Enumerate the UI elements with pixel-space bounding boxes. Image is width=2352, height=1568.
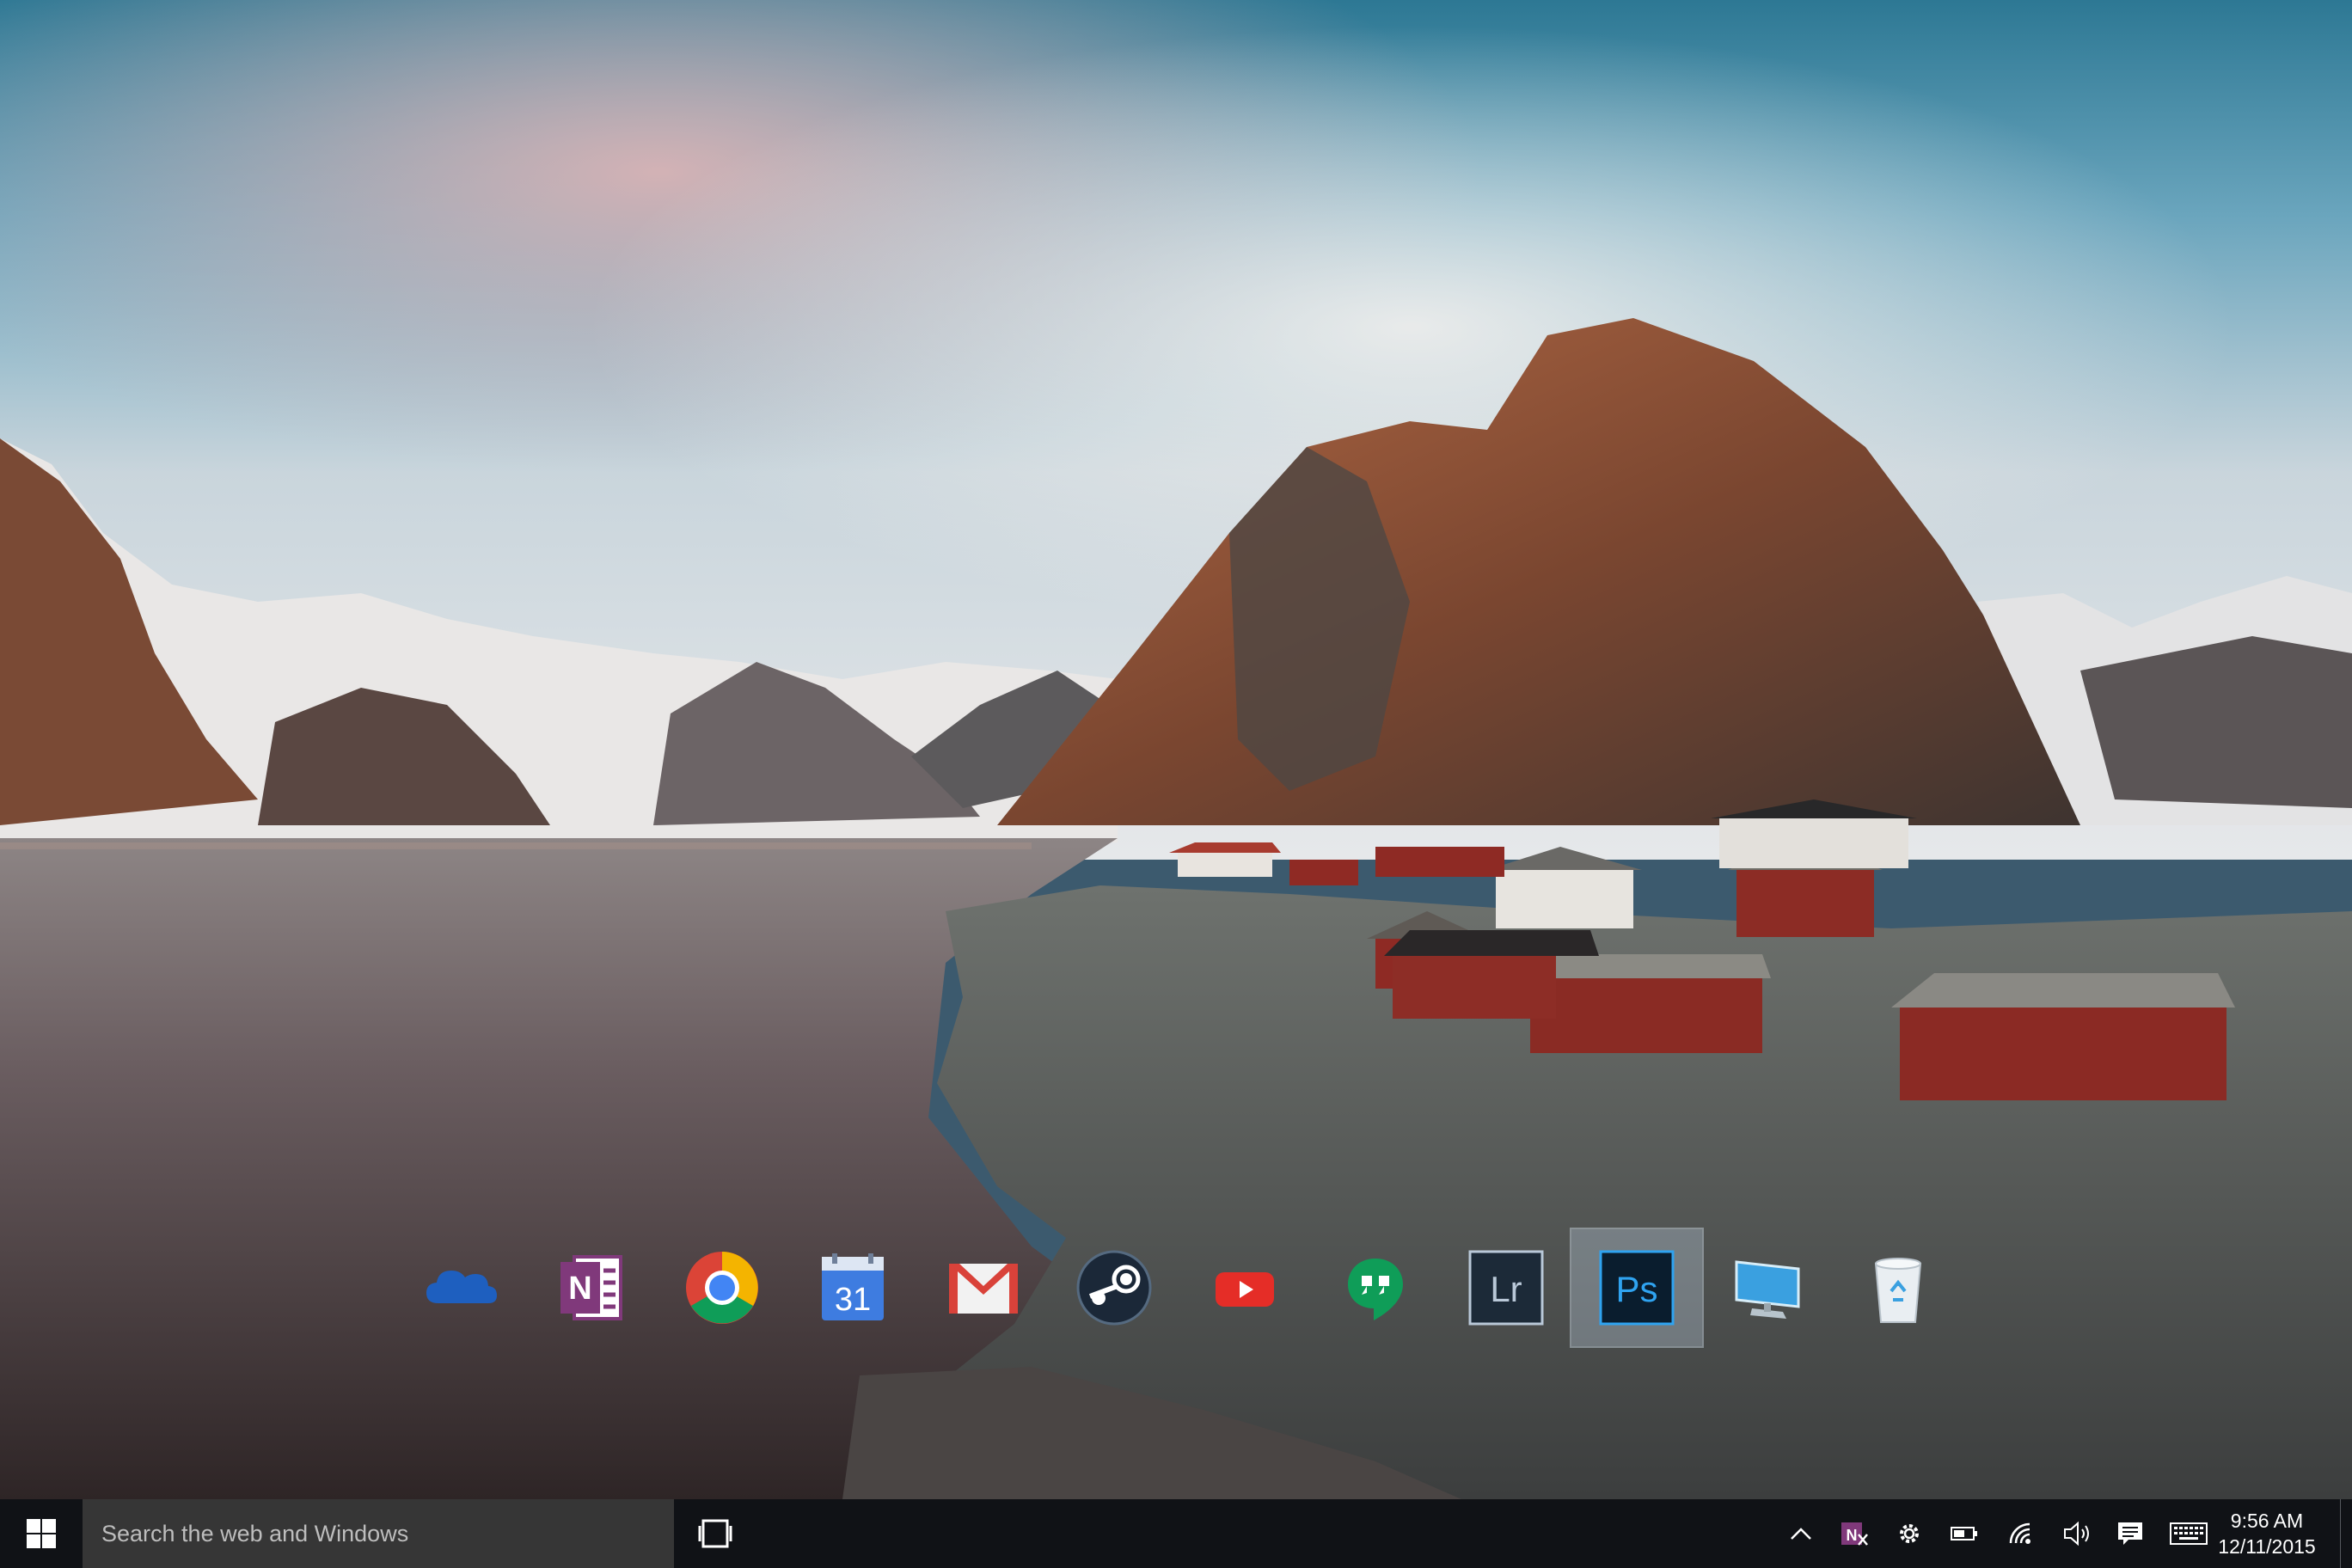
gear-icon bbox=[1900, 1524, 1919, 1543]
search-input[interactable] bbox=[101, 1499, 652, 1568]
youtube-icon bbox=[1216, 1272, 1274, 1307]
recycle-bin-icon bbox=[1874, 1258, 1922, 1323]
svg-text:31: 31 bbox=[835, 1282, 871, 1318]
onenote-icon: N bbox=[560, 1255, 622, 1320]
clock[interactable]: 9:56 AM 12/11/2015 bbox=[2213, 1499, 2321, 1568]
chrome-icon bbox=[686, 1252, 758, 1324]
photoshop-shortcut[interactable]: Ps bbox=[1570, 1228, 1704, 1348]
svg-text:Lr: Lr bbox=[1490, 1269, 1522, 1309]
youtube-shortcut[interactable] bbox=[1179, 1229, 1310, 1346]
touch-keyboard-button[interactable] bbox=[2163, 1499, 2214, 1568]
gmail-shortcut[interactable] bbox=[918, 1229, 1049, 1346]
chrome-shortcut[interactable] bbox=[657, 1229, 787, 1346]
monitor-icon bbox=[1735, 1260, 1800, 1319]
lightroom-icon: Lr bbox=[1468, 1250, 1544, 1326]
action-center-icon bbox=[2118, 1522, 2142, 1545]
action-center-button[interactable] bbox=[2106, 1499, 2154, 1568]
chevron-up-icon bbox=[1791, 1528, 1811, 1540]
onedrive-shortcut[interactable] bbox=[395, 1229, 526, 1346]
taskbar: N bbox=[0, 1499, 2352, 1568]
search-box[interactable] bbox=[83, 1499, 674, 1568]
svg-text:N: N bbox=[1847, 1527, 1858, 1544]
clock-time: 9:56 AM bbox=[2230, 1510, 2304, 1532]
lightroom-shortcut[interactable]: Lr bbox=[1441, 1229, 1571, 1346]
desktop-icon-dock: N 31 Lr Ps bbox=[395, 1228, 1977, 1350]
windows-logo-icon bbox=[27, 1519, 56, 1548]
wifi-tray[interactable] bbox=[1998, 1499, 2046, 1568]
keyboard-icon bbox=[2170, 1522, 2208, 1545]
onenote-shortcut[interactable]: N bbox=[526, 1229, 657, 1346]
onenote-clip-tray[interactable]: N bbox=[1833, 1499, 1876, 1568]
hangouts-icon bbox=[1348, 1259, 1403, 1320]
this-pc-shortcut[interactable] bbox=[1702, 1229, 1833, 1346]
calendar-shortcut[interactable]: 31 bbox=[787, 1229, 918, 1346]
wifi-icon bbox=[2009, 1522, 2030, 1544]
battery-icon bbox=[1951, 1527, 1977, 1540]
cloud-icon bbox=[426, 1271, 497, 1303]
onenote-clip-icon: N bbox=[1841, 1522, 1868, 1546]
battery-tray[interactable] bbox=[1943, 1499, 1986, 1568]
steam-icon bbox=[1076, 1250, 1152, 1326]
clock-date: 12/11/2015 bbox=[2218, 1535, 2316, 1558]
settings-tray[interactable] bbox=[1888, 1499, 1931, 1568]
volume-icon bbox=[2064, 1521, 2089, 1547]
gmail-icon bbox=[949, 1264, 1018, 1314]
hangouts-shortcut[interactable] bbox=[1310, 1229, 1441, 1346]
calendar-icon: 31 bbox=[822, 1253, 884, 1320]
start-button[interactable] bbox=[0, 1499, 83, 1568]
photoshop-icon: Ps bbox=[1599, 1250, 1675, 1326]
task-view-button[interactable] bbox=[688, 1499, 743, 1568]
steam-shortcut[interactable] bbox=[1049, 1229, 1179, 1346]
svg-text:Ps: Ps bbox=[1615, 1269, 1657, 1309]
show-hidden-icons-button[interactable] bbox=[1779, 1499, 1822, 1568]
volume-tray[interactable] bbox=[2053, 1499, 2101, 1568]
svg-text:N: N bbox=[568, 1271, 591, 1307]
task-view-icon bbox=[698, 1519, 732, 1548]
show-desktop-button[interactable] bbox=[2340, 1499, 2352, 1568]
recycle-bin-shortcut[interactable] bbox=[1833, 1229, 1963, 1346]
